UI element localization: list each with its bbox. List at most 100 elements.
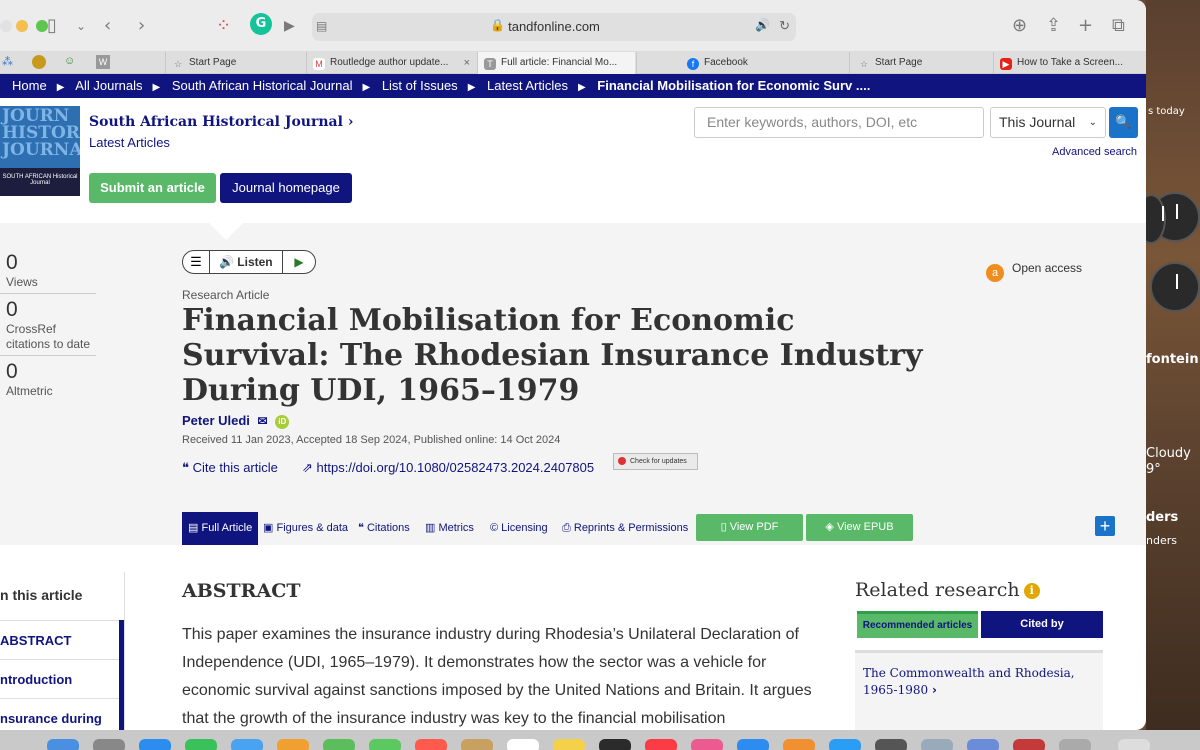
tab-recommended-articles[interactable]: Recommended articles: [857, 611, 978, 638]
breadcrumb-current: Financial Mobilisation for Economic Surv…: [597, 78, 871, 93]
forward-icon[interactable]: ›: [138, 14, 145, 38]
window-minimize-dot[interactable]: [16, 20, 28, 32]
breadcrumb-issues[interactable]: List of Issues: [382, 78, 458, 93]
maps-icon[interactable]: [323, 739, 355, 750]
new-tab-icon[interactable]: +: [1078, 14, 1093, 38]
download-icon[interactable]: ⊕: [1012, 14, 1027, 38]
tab-full-article[interactable]: ▤ Full Article: [182, 512, 259, 545]
advanced-search-link[interactable]: Advanced search: [1052, 146, 1137, 158]
search-button[interactable]: 🔍: [1109, 107, 1138, 138]
tab-figures[interactable]: ▣ Figures & data: [263, 512, 348, 545]
submit-article-button[interactable]: Submit an article: [89, 173, 216, 203]
apps-grid-icon[interactable]: ⁘: [216, 14, 231, 38]
breadcrumb-latest[interactable]: Latest Articles: [487, 78, 568, 93]
menu-icon[interactable]: ☰: [183, 251, 210, 273]
notes-icon[interactable]: [553, 739, 585, 750]
window-close-dot[interactable]: [0, 20, 12, 32]
orcid-icon[interactable]: iD: [275, 415, 290, 429]
tab-full-article[interactable]: T Full article: Financial Mo...: [477, 52, 635, 74]
tab-routledge[interactable]: M Routledge author update... ×: [306, 52, 476, 74]
tab-start-page-2[interactable]: ☆ Start Page: [849, 52, 992, 74]
screen-record-icon[interactable]: ▶: [284, 14, 295, 38]
bookmark-icon[interactable]: ⁂: [2, 55, 13, 68]
tab-youtube[interactable]: ▶ How to Take a Screen...: [993, 52, 1146, 74]
search-input[interactable]: Enter keywords, authors, DOI, etc: [694, 107, 984, 138]
plus-icon[interactable]: +: [1095, 516, 1115, 536]
tf-icon: T: [484, 58, 496, 70]
testflight-icon[interactable]: [829, 739, 861, 750]
tab-cited-by[interactable]: Cited by: [981, 611, 1103, 638]
settings-icon[interactable]: [875, 739, 907, 750]
toc-item-abstract[interactable]: ABSTRACT: [0, 620, 123, 659]
tab-metrics[interactable]: ▥ Metrics: [425, 512, 474, 545]
check-for-updates-button[interactable]: Check for updates: [613, 453, 698, 470]
view-epub-button[interactable]: ◈ View EPUB: [806, 514, 913, 541]
share-icon[interactable]: ⇪: [1046, 14, 1061, 38]
cite-link[interactable]: ❝ Cite this article: [182, 460, 278, 476]
tab-facebook[interactable]: f Facebook: [636, 52, 848, 74]
finder-icon[interactable]: [47, 739, 79, 750]
back-icon[interactable]: ‹: [104, 14, 111, 38]
play-icon[interactable]: ▶: [284, 251, 314, 273]
appstore-icon[interactable]: [737, 739, 769, 750]
bookmark-icon[interactable]: ☺: [64, 55, 75, 67]
related-article-card[interactable]: The Commonwealth and Rhodesia, 1965-1980…: [855, 650, 1103, 730]
journal-homepage-button[interactable]: Journal homepage: [220, 173, 352, 203]
views-count: 0: [6, 251, 18, 274]
grammarly-icon[interactable]: G: [250, 13, 272, 35]
downloads-icon[interactable]: [1059, 739, 1091, 750]
facetime-icon[interactable]: [369, 739, 401, 750]
breadcrumb-all-journals[interactable]: All Journals: [75, 78, 142, 93]
journal-cover[interactable]: JOURN HISTORI JOURNAL SOUTH AFRICAN Hist…: [0, 106, 80, 216]
toc-item-introduction[interactable]: ntroduction: [0, 659, 123, 698]
breadcrumb-home[interactable]: Home: [12, 78, 47, 93]
address-bar[interactable]: 🔒 tandfonline.com ▤ 🔊 ↻: [312, 13, 796, 41]
author-name[interactable]: Peter Uledi: [182, 413, 250, 428]
related-article-title[interactable]: The Commonwealth and Rhodesia, 1965-1980: [863, 666, 1075, 697]
acrobat-icon[interactable]: [1013, 739, 1045, 750]
chevron-down-icon[interactable]: ⌄: [76, 14, 86, 38]
app-icon[interactable]: [967, 739, 999, 750]
bookmark-icon[interactable]: [32, 55, 46, 69]
journal-subtitle[interactable]: Latest Articles: [89, 135, 170, 150]
page-menu-icon[interactable]: ▤: [316, 19, 327, 33]
mail-icon[interactable]: [231, 739, 263, 750]
breadcrumb-journal[interactable]: South African Historical Journal: [172, 78, 353, 93]
doi-link[interactable]: ⇗ https://doi.org/10.1080/02582473.2024.…: [302, 460, 594, 476]
author: Peter Uledi ✉ iD: [182, 413, 290, 429]
reminders-icon[interactable]: [507, 739, 539, 750]
pages-icon[interactable]: [783, 739, 815, 750]
photos-icon[interactable]: [277, 739, 309, 750]
messages-icon[interactable]: [185, 739, 217, 750]
appletv-icon[interactable]: [599, 739, 631, 750]
sidebar-toggle-icon[interactable]: ▯: [47, 14, 57, 38]
desktop-background: s today fontein Cloudy 9° ders nders: [1146, 0, 1200, 730]
listen-button[interactable]: 🔊 Listen: [211, 251, 283, 273]
launchpad-icon[interactable]: [93, 739, 125, 750]
tab-start-page[interactable]: ☆ Start Page: [165, 52, 305, 74]
quote-icon: ❝: [182, 460, 189, 475]
widget-today-text: s today: [1148, 106, 1185, 117]
envelope-icon[interactable]: ✉: [258, 414, 268, 428]
audio-icon[interactable]: 🔊: [755, 18, 770, 32]
preview-icon[interactable]: [921, 739, 953, 750]
contacts-icon[interactable]: [461, 739, 493, 750]
bookmark-icon[interactable]: W: [96, 55, 110, 69]
tab-citations[interactable]: ❝ Citations: [358, 512, 410, 545]
trash-icon[interactable]: [1118, 739, 1150, 750]
search-scope-select[interactable]: This Journal ⌄: [990, 107, 1106, 138]
weather-condition: Cloudy: [1146, 446, 1191, 461]
toc-item-insurance[interactable]: nsurance during: [0, 698, 123, 730]
podcasts-icon[interactable]: [691, 739, 723, 750]
close-icon[interactable]: ×: [464, 52, 470, 74]
tab-licensing[interactable]: © Licensing: [490, 512, 548, 545]
safari-icon[interactable]: [139, 739, 171, 750]
tab-reprints[interactable]: ⎙ Reprints & Permissions: [562, 512, 688, 545]
music-icon[interactable]: [645, 739, 677, 750]
tab-overview-icon[interactable]: ⧉: [1112, 14, 1125, 38]
info-icon[interactable]: i: [1023, 583, 1040, 599]
journal-title[interactable]: South African Historical Journal ›: [89, 114, 353, 130]
view-pdf-button[interactable]: ▯ View PDF: [696, 514, 803, 541]
reload-icon[interactable]: ↻: [779, 18, 790, 34]
calendar-icon[interactable]: [415, 739, 447, 750]
